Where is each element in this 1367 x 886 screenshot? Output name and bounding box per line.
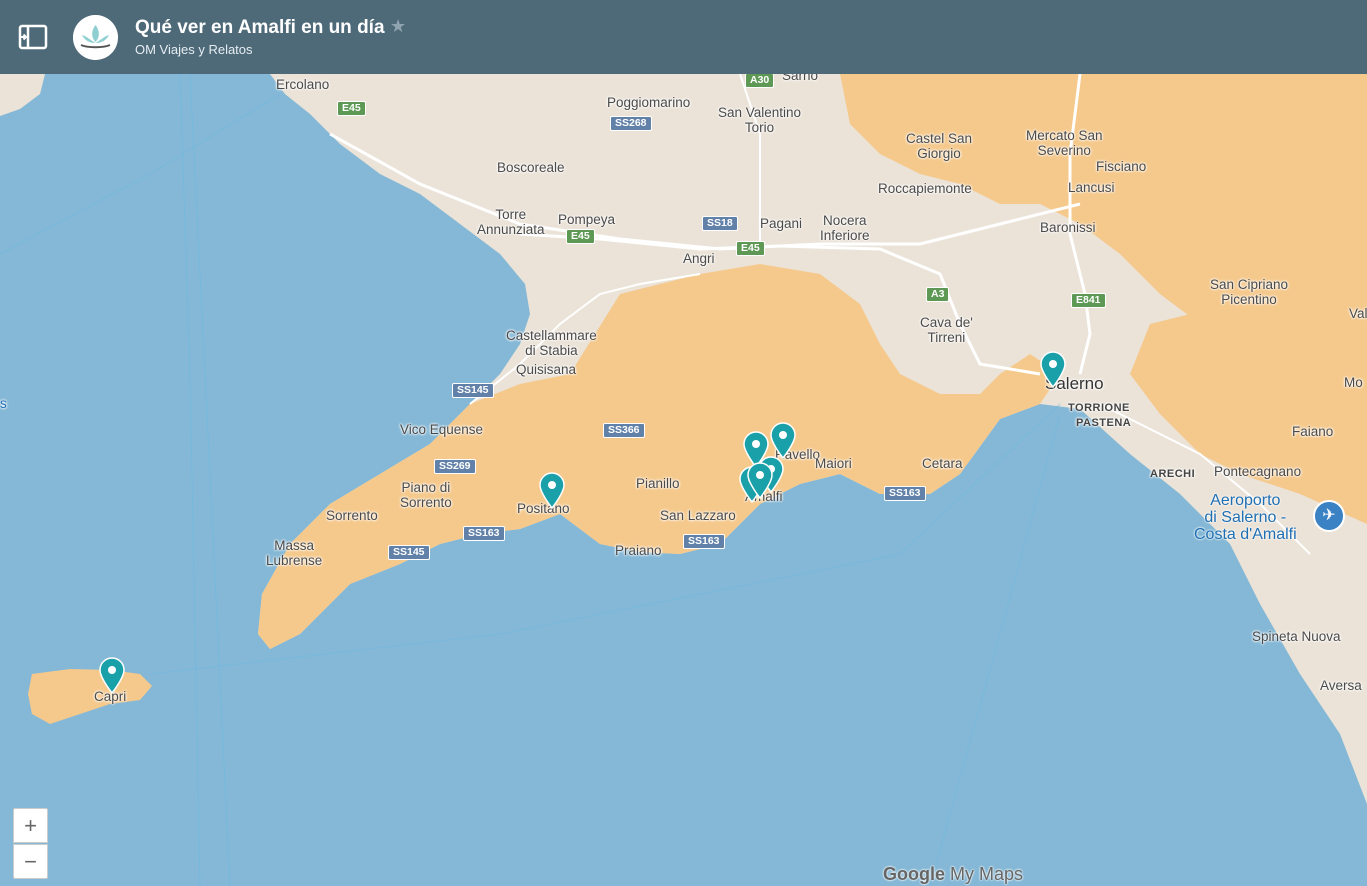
place-label-aeroporto: Aeroporto di Salerno - Costa d'Amalfi	[1194, 492, 1297, 543]
road-shield-ss18: SS18	[702, 216, 738, 231]
place-label-poggiomarino: Poggiomarino	[607, 95, 691, 110]
airplane-icon[interactable]: ✈	[1313, 500, 1345, 532]
road-shield-ss268: SS268	[610, 116, 652, 131]
road-shield-a30: A30	[745, 74, 775, 88]
place-label-roccapiemonte: Roccapiemonte	[878, 181, 972, 196]
map-author: OM Viajes y Relatos	[135, 42, 253, 57]
place-label-praiano: Praiano	[615, 543, 662, 558]
zoom-out-button[interactable]: −	[13, 844, 48, 879]
place-label-pagani: Pagani	[760, 216, 803, 231]
place-label-spineta-nuova: Spineta Nuova	[1252, 629, 1341, 644]
road-shield-ss269: SS269	[434, 459, 476, 474]
place-label-vico-equense: Vico Equense	[400, 422, 484, 437]
place-label-massa-lubrense: Massa Lubrense	[266, 538, 323, 568]
place-label-sorrento: Sorrento	[326, 508, 378, 523]
panel-toggle-icon[interactable]	[16, 22, 50, 52]
map-marker-ravello[interactable]	[769, 421, 797, 460]
place-label-mo: Mo	[1344, 375, 1363, 390]
road-shield-a3: A3	[926, 287, 950, 302]
road-shield-e45: E45	[736, 241, 765, 256]
place-label-quisisana: Quisisana	[516, 362, 577, 377]
place-label-ercolano: Ercolano	[276, 77, 330, 92]
place-label-mercato-san-severino: Mercato San Severino	[1026, 128, 1103, 158]
map-marker-positano[interactable]	[538, 471, 566, 510]
place-label-san-cipriano-picentino: San Cipriano Picentino	[1210, 277, 1289, 307]
place-label-nocera-inferiore: Nocera Inferiore	[820, 213, 870, 243]
google-my-maps-logo: Google My Maps	[883, 864, 1023, 885]
place-label-torrione: TORRIONE	[1068, 402, 1130, 414]
map-header: Qué ver en Amalfi en un día ★ OM Viajes …	[0, 0, 1367, 74]
place-label-maiori: Maiori	[815, 456, 852, 471]
my-maps-logo-text: My Maps	[950, 864, 1024, 884]
road-shield-e45: E45	[337, 101, 366, 116]
author-avatar	[73, 15, 118, 60]
star-icon[interactable]: ★	[390, 16, 406, 37]
road-shield-ss163: SS163	[463, 526, 505, 541]
map-marker-salerno[interactable]	[1039, 350, 1067, 389]
place-label-sarno: Sarno	[782, 74, 819, 83]
map-title: Qué ver en Amalfi en un día	[135, 17, 385, 38]
place-label-val: Val	[1349, 306, 1367, 321]
place-label-pontecagnano: Pontecagnano	[1214, 464, 1302, 479]
zoom-in-button[interactable]: +	[13, 808, 48, 843]
road-shield-e45: E45	[566, 229, 595, 244]
road-shield-ss145: SS145	[452, 383, 494, 398]
place-label-baronissi: Baronissi	[1040, 220, 1096, 235]
place-label-arechi: ARECHI	[1150, 468, 1196, 480]
place-label-cetara: Cetara	[922, 456, 963, 471]
road-shield-ss366: SS366	[603, 423, 645, 438]
place-label-san-lazzaro: San Lazzaro	[660, 508, 736, 523]
road-shield-ss163: SS163	[683, 534, 725, 549]
place-label-pastena: PASTENA	[1076, 417, 1132, 429]
road-shield-e841: E841	[1071, 293, 1106, 308]
map-canvas[interactable]: Ercolano Poggiomarino San Valentino Tori…	[0, 74, 1367, 886]
map-marker-amalfi[interactable]	[746, 461, 774, 500]
place-label-pompeya: Pompeya	[558, 212, 616, 227]
place-label-boscoreale: Boscoreale	[497, 160, 565, 175]
place-label-edge: s	[0, 396, 7, 411]
place-label-fisciano: Fisciano	[1096, 159, 1147, 174]
google-logo-text: Google	[883, 864, 945, 884]
place-label-faiano: Faiano	[1292, 424, 1334, 439]
place-label-piano-di-sorrento: Piano di Sorrento	[400, 480, 452, 510]
place-label-pianillo: Pianillo	[636, 476, 680, 491]
place-label-castellammare: Castellammare di Stabia	[506, 328, 597, 358]
place-label-aversa: Aversa	[1320, 678, 1362, 693]
place-label-torre-annunziata: Torre Annunziata	[477, 207, 545, 237]
road-shield-ss145: SS145	[388, 545, 430, 560]
place-label-cava: Cava de' Tirreni	[920, 315, 973, 345]
road-shield-ss163: SS163	[884, 486, 926, 501]
place-label-lancusi: Lancusi	[1068, 180, 1115, 195]
map-marker-capri[interactable]	[98, 656, 126, 695]
place-label-san-valentino: San Valentino Torio	[718, 105, 802, 135]
place-label-angri: Angri	[683, 251, 715, 266]
place-label-castel-san-giorgio: Castel San Giorgio	[906, 131, 973, 161]
